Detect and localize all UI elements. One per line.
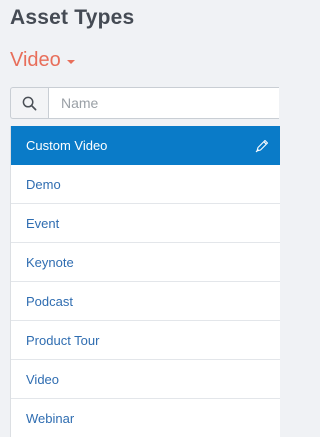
list-item-label: Video [26, 371, 60, 387]
list-item-custom-video[interactable]: Custom Video [11, 126, 280, 165]
pencil-icon[interactable] [254, 138, 270, 154]
list-item-label: Demo [26, 176, 61, 192]
list-item-label: Webinar [26, 410, 75, 426]
list-item-event[interactable]: Event [11, 204, 280, 243]
list-item-label: Keynote [26, 254, 74, 270]
list-item-video[interactable]: Video [11, 360, 280, 399]
asset-type-dropdown-label: Video [10, 49, 61, 71]
page-title: Asset Types [10, 6, 135, 29]
list-item-keynote[interactable]: Keynote [11, 243, 280, 282]
asset-type-dropdown[interactable]: Video [10, 49, 75, 72]
list-item-label: Product Tour [26, 332, 100, 348]
list-item-label: Custom Video [26, 137, 108, 153]
caret-down-icon [66, 60, 75, 64]
search-icon[interactable] [10, 87, 48, 119]
list-item-webinar[interactable]: Webinar [11, 399, 280, 437]
asset-type-list: Custom Video Demo Event Keynote Podcast … [10, 126, 280, 437]
list-item-label: Event [26, 215, 60, 231]
list-item-product-tour[interactable]: Product Tour [11, 321, 280, 360]
list-item-podcast[interactable]: Podcast [11, 282, 280, 321]
list-item-demo[interactable]: Demo [11, 165, 280, 204]
search-bar [10, 87, 279, 119]
list-item-label: Podcast [26, 293, 73, 309]
search-input[interactable] [48, 87, 279, 119]
